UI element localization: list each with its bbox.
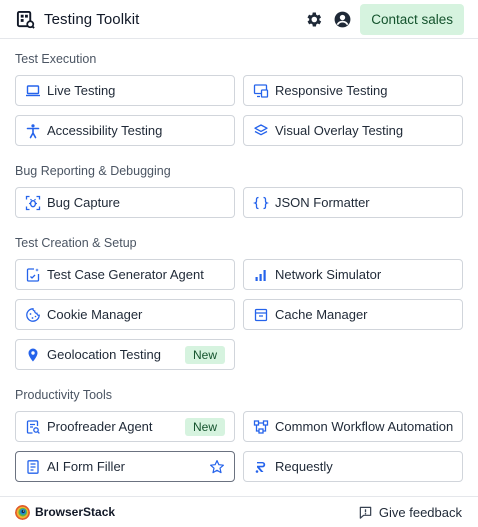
tool-card-bug-capture[interactable]: Bug Capture xyxy=(15,187,235,218)
requestly-icon xyxy=(253,459,269,475)
tool-card-proofreader-agent[interactable]: Proofreader Agent New xyxy=(15,411,235,442)
tool-card-cache-manager[interactable]: Cache Manager xyxy=(243,299,463,330)
app-title: Testing Toolkit xyxy=(44,10,140,28)
tool-label: Responsive Testing xyxy=(275,83,388,98)
toolkit-logo-icon xyxy=(15,9,35,29)
tool-label: Network Simulator xyxy=(275,267,382,282)
test-case-generator-icon xyxy=(25,267,41,283)
tool-card-accessibility-testing[interactable]: Accessibility Testing xyxy=(15,115,235,146)
section-title-test-execution: Test Execution xyxy=(15,52,97,66)
tool-label: Accessibility Testing xyxy=(47,123,163,138)
tool-card-live-testing[interactable]: Live Testing xyxy=(15,75,235,106)
tool-card-geolocation-testing[interactable]: Geolocation Testing New xyxy=(15,339,235,370)
laptop-icon xyxy=(25,83,41,99)
tool-card-cookie-manager[interactable]: Cookie Manager xyxy=(15,299,235,330)
tool-card-responsive-testing[interactable]: Responsive Testing xyxy=(243,75,463,106)
tool-label: Test Case Generator Agent xyxy=(47,267,204,282)
tool-card-requestly[interactable]: Requestly xyxy=(243,451,463,482)
brand-name: BrowserStack xyxy=(35,505,116,519)
form-document-icon xyxy=(25,459,41,475)
user-circle-icon[interactable] xyxy=(332,9,352,29)
feedback-chat-icon xyxy=(358,505,373,520)
tool-label: Visual Overlay Testing xyxy=(275,123,404,138)
workflow-icon xyxy=(253,419,269,435)
section-title-productivity-tools: Productivity Tools xyxy=(15,388,113,402)
section-title-test-creation: Test Creation & Setup xyxy=(15,236,137,250)
new-badge: New xyxy=(184,345,225,364)
tool-label: Requestly xyxy=(275,459,333,474)
proofreader-icon xyxy=(25,419,41,435)
layers-icon xyxy=(253,123,269,139)
tool-label: Cache Manager xyxy=(275,307,368,322)
tool-label: AI Form Filler xyxy=(47,459,125,474)
tool-card-json-formatter[interactable]: JSON Formatter xyxy=(243,187,463,218)
tool-label: Live Testing xyxy=(47,83,116,98)
accessibility-person-icon xyxy=(25,123,41,139)
cache-box-icon xyxy=(253,307,269,323)
tool-label: Geolocation Testing xyxy=(47,347,161,362)
cookie-icon xyxy=(25,307,41,323)
tool-card-test-case-generator[interactable]: Test Case Generator Agent xyxy=(15,259,235,290)
new-badge: New xyxy=(184,417,225,436)
browserstack-logo-icon xyxy=(15,504,30,520)
bug-capture-icon xyxy=(25,195,41,211)
tool-card-common-workflow-automation[interactable]: Common Workflow Automation xyxy=(243,411,463,442)
give-feedback-link[interactable]: Give feedback xyxy=(358,505,462,520)
tool-card-network-simulator[interactable]: Network Simulator xyxy=(243,259,463,290)
tool-card-visual-overlay-testing[interactable]: Visual Overlay Testing xyxy=(243,115,463,146)
tool-label: Common Workflow Automation xyxy=(275,419,454,434)
location-pin-icon xyxy=(25,347,41,363)
footer-bar: BrowserStack Give feedback xyxy=(0,496,478,527)
feedback-label: Give feedback xyxy=(378,504,462,520)
contact-sales-button[interactable]: Contact sales xyxy=(360,3,464,35)
gear-icon[interactable] xyxy=(303,9,323,29)
tool-card-ai-form-filler[interactable]: AI Form Filler xyxy=(15,451,235,482)
responsive-screens-icon xyxy=(253,83,269,99)
star-icon[interactable] xyxy=(209,459,225,475)
tool-label: Bug Capture xyxy=(47,195,120,210)
signal-bars-icon xyxy=(253,267,269,283)
curly-braces-icon xyxy=(253,195,269,211)
tool-label: JSON Formatter xyxy=(275,195,370,210)
section-title-bug-reporting: Bug Reporting & Debugging xyxy=(15,164,171,178)
tool-label: Cookie Manager xyxy=(47,307,143,322)
tool-label: Proofreader Agent xyxy=(47,419,153,434)
header-bar: Testing Toolkit Contact sales xyxy=(0,0,478,39)
